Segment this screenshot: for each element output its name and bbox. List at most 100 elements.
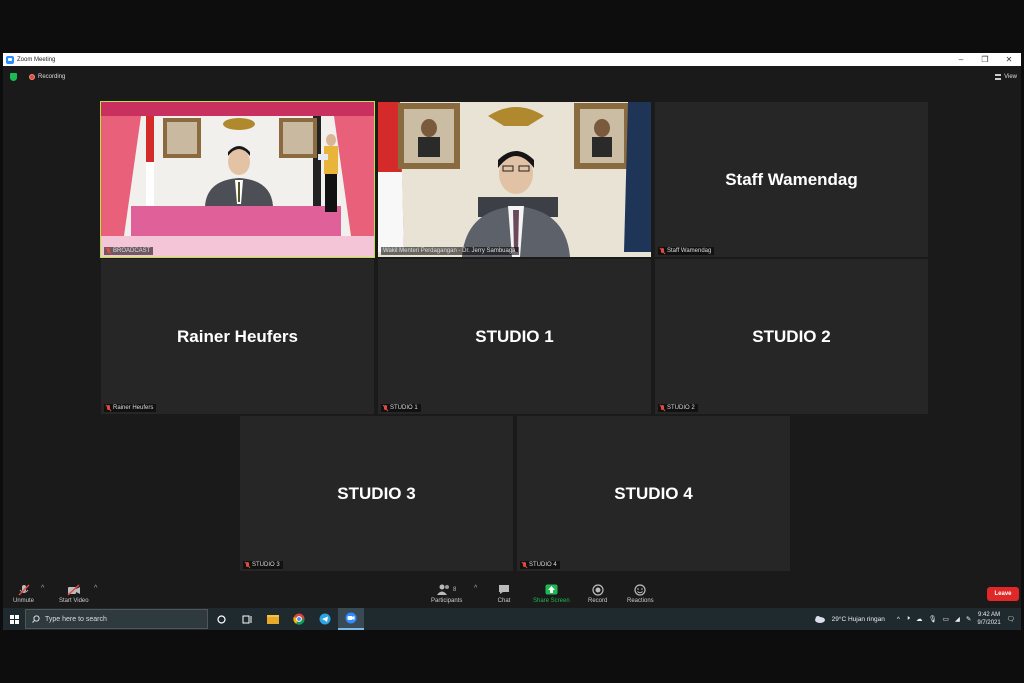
video-off-icon — [67, 583, 81, 596]
view-label: View — [1004, 74, 1017, 80]
reactions-smiley-icon — [633, 583, 647, 596]
participant-display-name: Rainer Heufers — [177, 326, 298, 346]
tile-label-broadcast: BROADCAST — [104, 247, 154, 255]
recording-icon — [29, 74, 35, 80]
tile-label-staff-wamendag: Staff Wamendag — [658, 247, 715, 255]
system-tray: 29°C Hujan ringan ^ 🕨 ☁ 🎙 ▭ ◢ ✎ 9:42 AM … — [814, 611, 1021, 627]
muted-mic-icon — [106, 405, 111, 411]
taskbar-clock[interactable]: 9:42 AM 9/7/2021 — [977, 611, 1000, 627]
record-label: Record — [588, 598, 608, 604]
unmute-button[interactable]: Unmute — [13, 583, 34, 604]
muted-mic-icon — [245, 562, 250, 568]
tile-label-studio-4: STUDIO 4 — [520, 561, 560, 569]
zoom-icon — [345, 612, 357, 624]
video-tile-studio-4[interactable]: STUDIO 4 STUDIO 4 — [517, 416, 790, 571]
chat-label: Chat — [497, 598, 511, 604]
participant-name: STUDIO 1 — [390, 405, 418, 411]
taskbar-search-box[interactable]: Type here to search — [25, 609, 208, 629]
show-hidden-icons-chevron-icon[interactable]: ^ — [897, 616, 900, 623]
microphone-icon[interactable]: 🎙 — [929, 615, 937, 623]
video-options-chevron-icon[interactable]: ^ — [94, 585, 97, 592]
participants-chevron-icon[interactable]: ^ — [474, 585, 477, 592]
weather-cloud-icon — [814, 615, 825, 623]
participant-display-name: STUDIO 1 — [475, 326, 554, 346]
title-bar: Zoom Meeting – ❐ ✕ — [3, 53, 1021, 66]
participants-count: 8 — [453, 586, 457, 593]
participant-display-name: STUDIO 4 — [614, 483, 693, 503]
video-tile-staff-wamendag[interactable]: Staff Wamendag Staff Wamendag — [655, 102, 928, 257]
muted-mic-icon — [106, 248, 111, 254]
record-icon — [591, 583, 605, 596]
participant-name: STUDIO 4 — [529, 562, 557, 568]
muted-mic-icon — [660, 248, 665, 254]
participant-name: STUDIO 3 — [252, 562, 280, 568]
maximize-button[interactable]: ❐ — [973, 55, 997, 64]
onedrive-cloud-icon[interactable]: ☁ — [916, 615, 923, 623]
chrome-icon — [293, 613, 305, 625]
start-video-label: Start Video — [59, 598, 89, 604]
close-button[interactable]: ✕ — [997, 55, 1021, 64]
participant-name: BROADCAST — [113, 248, 151, 254]
meeting-controls: Unmute ^ Start Video ^ 8 Participants ^ — [3, 581, 1021, 609]
telegram-icon — [319, 613, 331, 625]
share-screen-button[interactable]: Share Screen — [533, 583, 570, 604]
network-icon[interactable]: ◢ — [955, 615, 960, 623]
clock-time: 9:42 AM — [978, 612, 1001, 618]
start-button[interactable] — [3, 608, 25, 630]
chat-button[interactable]: Chat — [497, 583, 511, 604]
clock-date: 9/7/2021 — [977, 620, 1001, 626]
folder-icon — [267, 615, 279, 624]
participant-name: STUDIO 2 — [667, 405, 695, 411]
notifications-icon[interactable]: 🗨 — [1007, 615, 1015, 623]
file-explorer-button[interactable] — [260, 608, 286, 630]
telegram-button[interactable] — [312, 608, 338, 630]
participant-display-name: STUDIO 2 — [752, 326, 831, 346]
participants-button[interactable]: 8 Participants — [431, 583, 462, 604]
desktop: Zoom Meeting – ❐ ✕ Recording View BROADC… — [0, 0, 1024, 683]
task-view-button[interactable] — [234, 608, 260, 630]
zoom-taskbar-button[interactable] — [338, 608, 364, 630]
tile-label-rainer-heufers: Rainer Heufers — [104, 404, 157, 412]
video-tile-broadcast[interactable]: BROADCAST — [100, 101, 375, 258]
video-tile-wamendag[interactable]: Wakil Menteri Perdagangan - Dr. Jerry Sa… — [378, 102, 651, 257]
participant-display-name: Staff Wamendag — [725, 169, 858, 189]
share-screen-label: Share Screen — [533, 598, 570, 604]
battery-icon[interactable]: ▭ — [943, 615, 949, 623]
chrome-button[interactable] — [286, 608, 312, 630]
video-tile-studio-1[interactable]: STUDIO 1 STUDIO 1 — [378, 259, 651, 414]
start-video-button[interactable]: Start Video — [59, 583, 89, 604]
broadcast-video — [101, 102, 374, 257]
video-tile-studio-3[interactable]: STUDIO 3 STUDIO 3 — [240, 416, 513, 571]
share-screen-icon — [544, 583, 558, 596]
tile-label-studio-3: STUDIO 3 — [243, 561, 283, 569]
zoom-logo-icon — [6, 55, 14, 64]
search-icon — [32, 615, 40, 623]
meeting-status-bar: Recording View — [3, 71, 1021, 83]
record-button[interactable]: Record — [588, 583, 607, 604]
muted-mic-icon — [522, 562, 527, 568]
video-tile-studio-2[interactable]: STUDIO 2 STUDIO 2 — [655, 259, 928, 414]
windows-taskbar: Type here to search 29°C Hujan ringan ^ … — [3, 608, 1021, 630]
view-button[interactable]: View — [995, 74, 1017, 80]
tile-label-studio-2: STUDIO 2 — [658, 404, 698, 412]
reactions-button[interactable]: Reactions — [627, 583, 654, 604]
weather-text[interactable]: 29°C Hujan ringan — [832, 616, 885, 623]
participants-label: Participants — [431, 598, 463, 604]
speaker-icon[interactable]: 🕨 — [906, 615, 910, 623]
video-tile-rainer-heufers[interactable]: Rainer Heufers Rainer Heufers — [101, 259, 374, 414]
windows-logo-icon — [9, 614, 19, 624]
pen-icon[interactable]: ✎ — [966, 615, 971, 623]
wamendag-video — [378, 102, 651, 257]
audio-options-chevron-icon[interactable]: ^ — [41, 585, 44, 592]
cortana-circle-icon — [216, 614, 226, 624]
zoom-window: Zoom Meeting – ❐ ✕ Recording View BROADC… — [3, 53, 1021, 630]
participant-name: Staff Wamendag — [667, 248, 712, 254]
minimize-button[interactable]: – — [949, 55, 973, 64]
leave-button[interactable]: Leave — [987, 587, 1019, 601]
grid-view-icon — [995, 74, 1002, 80]
unmute-label: Unmute — [13, 598, 35, 604]
security-shield-icon[interactable] — [10, 73, 17, 81]
cortana-button[interactable] — [208, 608, 234, 630]
chat-icon — [497, 583, 511, 596]
task-view-icon — [242, 615, 252, 623]
